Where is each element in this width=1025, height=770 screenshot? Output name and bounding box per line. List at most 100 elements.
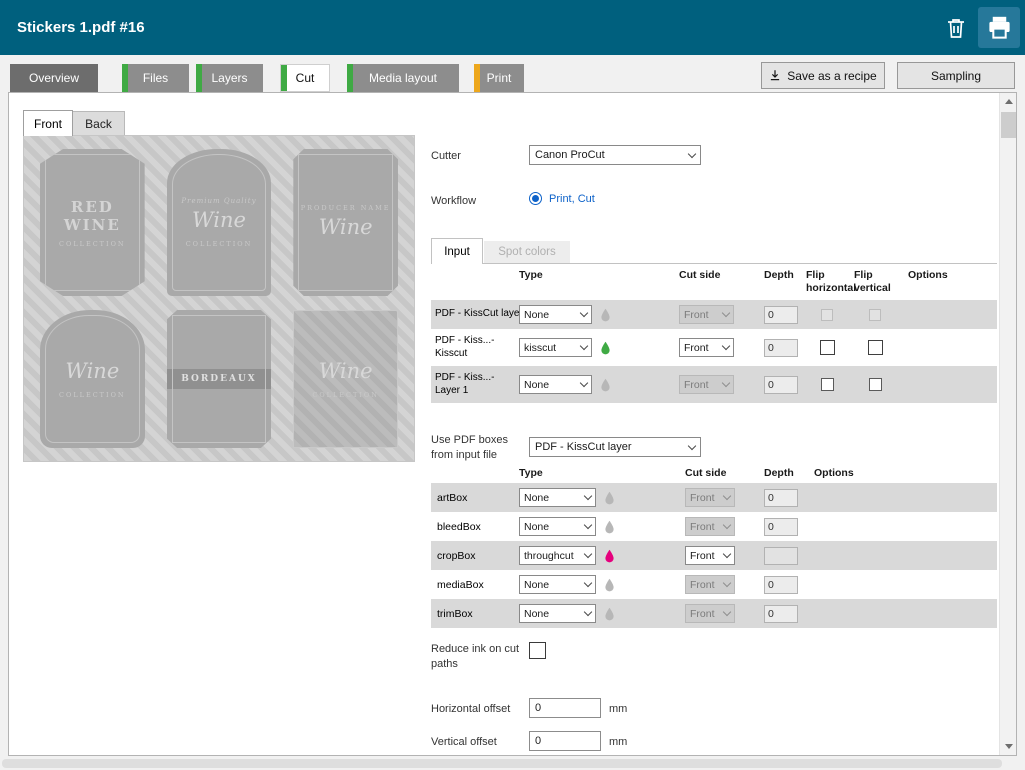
depth-input[interactable] <box>764 576 798 594</box>
vertical-offset-input[interactable] <box>529 731 601 751</box>
reduce-ink-checkbox[interactable] <box>529 642 546 659</box>
depth-input[interactable] <box>764 306 798 324</box>
delete-button[interactable] <box>941 13 971 43</box>
sticker-subtitle: COLLECTION <box>312 391 379 399</box>
table-row: artBox None Front <box>431 483 997 512</box>
tab-files[interactable]: Files <box>122 64 189 92</box>
horizontal-offset-label: Horizontal offset <box>431 702 510 717</box>
sticker-title: Wine <box>65 359 119 384</box>
tab-label: Layers <box>211 71 247 85</box>
scrollbar-thumb[interactable] <box>1001 112 1016 138</box>
tab-label: Back <box>85 117 112 131</box>
flip-vertical-checkbox[interactable] <box>869 309 881 321</box>
flip-vertical-checkbox[interactable] <box>868 340 883 355</box>
chevron-down-icon <box>688 149 696 157</box>
type-value: None <box>524 521 549 533</box>
header-cut-side: Cut side <box>685 467 735 479</box>
cut-side-select[interactable]: Front <box>685 575 735 594</box>
workflow-radio-print-cut[interactable] <box>529 192 542 205</box>
layers-cut-table: Type Cut side Depth Flip horizontal Flip… <box>431 264 997 403</box>
header-options: Options <box>814 467 854 479</box>
horizontal-offset-input[interactable] <box>529 698 601 718</box>
sticker-label: Wine COLLECTION <box>293 310 398 448</box>
depth-input[interactable] <box>764 339 798 357</box>
chevron-down-icon <box>722 342 730 350</box>
cut-side-select[interactable]: Front <box>679 305 734 324</box>
tab-label: Cut <box>296 71 315 85</box>
type-select[interactable]: kisscut <box>519 338 592 357</box>
depth-input[interactable] <box>764 489 798 507</box>
chevron-down-icon <box>723 492 731 500</box>
depth-input[interactable] <box>764 376 798 394</box>
download-icon <box>769 69 781 82</box>
type-select[interactable]: None <box>519 604 596 623</box>
tab-spot-colors[interactable]: Spot colors <box>484 241 570 263</box>
sampling-button[interactable]: Sampling <box>897 62 1015 89</box>
printer-icon <box>986 14 1013 41</box>
horizontal-scrollbar[interactable] <box>0 757 1025 770</box>
row-label: PDF - Kiss...- Layer 1 <box>431 372 519 397</box>
vertical-scrollbar[interactable] <box>999 93 1016 755</box>
flip-horizontal-checkbox[interactable] <box>821 309 833 321</box>
flip-horizontal-checkbox[interactable] <box>820 340 835 355</box>
cut-side-select[interactable]: Front <box>685 546 735 565</box>
flip-horizontal-checkbox[interactable] <box>821 378 834 391</box>
cut-side-select[interactable]: Front <box>685 488 735 507</box>
type-select[interactable]: None <box>519 575 596 594</box>
cut-side-select[interactable]: Front <box>679 375 734 394</box>
pdf-boxes-value: PDF - KissCut layer <box>535 441 632 453</box>
sticker-eyebrow: PRODUCER NAME <box>301 204 391 212</box>
type-select[interactable]: None <box>519 375 592 394</box>
pdf-boxes-label: Use PDF boxes from input file <box>431 433 523 464</box>
pdf-boxes-table: Type Cut side Depth Options artBox None … <box>431 463 997 628</box>
sticker-subtitle: COLLECTION <box>186 240 253 248</box>
tab-media-layout[interactable]: Media layout <box>347 64 459 92</box>
tab-print[interactable]: Print <box>474 64 524 92</box>
type-select[interactable]: throughcut <box>519 546 596 565</box>
chevron-down-icon <box>723 521 731 529</box>
vertical-offset-label: Vertical offset <box>431 735 497 750</box>
tab-input[interactable]: Input <box>431 238 483 264</box>
droplet-icon <box>604 607 615 621</box>
print-button[interactable] <box>978 7 1020 48</box>
tab-label: Files <box>143 71 168 85</box>
sticker-title: RED WINE <box>60 198 124 234</box>
cutter-select[interactable]: Canon ProCut <box>529 145 701 165</box>
type-select[interactable]: None <box>519 488 596 507</box>
cut-side-select[interactable]: Front <box>679 338 734 357</box>
chevron-down-icon <box>723 608 731 616</box>
scrollbar-thumb[interactable] <box>2 759 1002 768</box>
tab-accent <box>347 64 353 92</box>
depth-input[interactable] <box>764 547 798 565</box>
tab-layers[interactable]: Layers <box>196 64 263 92</box>
cut-side-select[interactable]: Front <box>685 517 735 536</box>
type-value: None <box>524 492 549 504</box>
table-row: cropBox throughcut Front <box>431 541 997 570</box>
tab-front[interactable]: Front <box>23 110 73 136</box>
cut-side-select[interactable]: Front <box>685 604 735 623</box>
scroll-up-button[interactable] <box>1000 93 1017 110</box>
chevron-down-icon <box>580 342 588 350</box>
save-as-recipe-button[interactable]: Save as a recipe <box>761 62 885 89</box>
tab-back[interactable]: Back <box>73 111 125 135</box>
header-type: Type <box>519 269 614 281</box>
chevron-down-icon <box>580 309 588 317</box>
type-select[interactable]: None <box>519 305 592 324</box>
tab-label: Input <box>444 246 470 258</box>
cut-side-value: Front <box>690 492 715 504</box>
flip-vertical-checkbox[interactable] <box>869 378 882 391</box>
droplet-icon <box>604 491 615 505</box>
chevron-down-icon <box>584 579 592 587</box>
pdf-boxes-select[interactable]: PDF - KissCut layer <box>529 437 701 457</box>
tab-overview[interactable]: Overview <box>10 64 98 92</box>
horizontal-offset-unit: mm <box>609 702 627 717</box>
droplet-icon <box>600 341 611 355</box>
droplet-icon <box>600 308 611 322</box>
depth-input[interactable] <box>764 605 798 623</box>
type-select[interactable]: None <box>519 517 596 536</box>
scroll-down-button[interactable] <box>1000 738 1017 755</box>
tab-cut[interactable]: Cut <box>280 64 330 92</box>
reduce-ink-label: Reduce ink on cut paths <box>431 642 523 673</box>
sticker-subtitle: COLLECTION <box>59 391 126 399</box>
depth-input[interactable] <box>764 518 798 536</box>
